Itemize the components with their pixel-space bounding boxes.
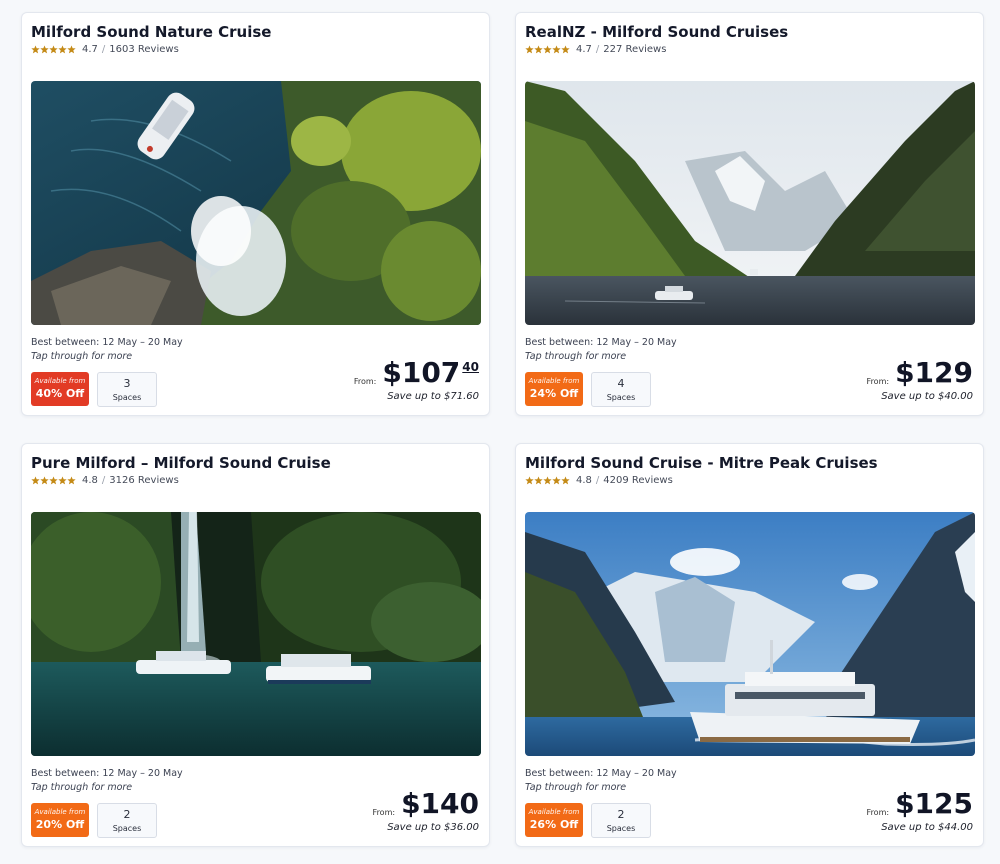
rating-separator: /: [595, 475, 600, 486]
cruise-card[interactable]: Pure Milford – Milford Sound Cruise 4.8 …: [21, 443, 490, 847]
discount-value: 40% Off: [35, 387, 85, 400]
card-title[interactable]: RealNZ - Milford Sound Cruises: [525, 23, 788, 41]
best-between-dates: Best between: 12 May – 20 May: [525, 768, 677, 779]
spaces-count: 3: [123, 377, 131, 390]
spaces-count: 2: [617, 808, 625, 821]
spaces-count: 2: [123, 808, 131, 821]
rating-separator: /: [101, 475, 106, 486]
savings-text: Save up to $40.00: [881, 391, 973, 402]
spaces-badge: 2 Spaces: [591, 803, 651, 838]
discount-value: 26% Off: [529, 818, 579, 831]
spaces-label: Spaces: [112, 393, 142, 402]
spaces-label: Spaces: [606, 824, 636, 833]
cruise-card[interactable]: Milford Sound Cruise - Mitre Peak Cruise…: [515, 443, 984, 847]
rating-value: 4.7: [82, 44, 98, 55]
from-label: From:: [353, 377, 377, 386]
rating-value: 4.8: [82, 475, 98, 486]
tap-through-hint: Tap through for more: [31, 351, 133, 362]
price-block: From: $129 Save up to $40.00: [866, 356, 973, 403]
star-rating-icon: [31, 476, 76, 485]
rating-value: 4.7: [576, 44, 592, 55]
spaces-label: Spaces: [112, 824, 142, 833]
savings-text: Save up to $36.00: [387, 822, 479, 833]
star-rating-icon: [525, 476, 570, 485]
rating-row: 4.7 / 1603 Reviews: [31, 44, 179, 55]
spaces-badge: 2 Spaces: [97, 803, 157, 838]
from-label: From:: [866, 808, 890, 817]
from-label: From:: [372, 808, 396, 817]
spaces-count: 4: [617, 377, 625, 390]
star-rating-icon: [525, 45, 570, 54]
price-block: From: $125 Save up to $44.00: [866, 787, 973, 834]
cruise-photo[interactable]: [525, 81, 975, 325]
cruise-photo[interactable]: [31, 512, 481, 756]
discount-badge: Available from 24% Off: [525, 372, 583, 406]
rating-row: 4.7 / 227 Reviews: [525, 44, 666, 55]
card-title[interactable]: Pure Milford – Milford Sound Cruise: [31, 454, 331, 472]
star-rating-icon: [31, 45, 76, 54]
from-label: From:: [866, 377, 890, 386]
tap-through-hint: Tap through for more: [525, 782, 627, 793]
best-between-dates: Best between: 12 May – 20 May: [31, 768, 183, 779]
price: $129: [895, 356, 973, 389]
discount-badge: Available from 40% Off: [31, 372, 89, 406]
discount-value: 20% Off: [35, 818, 85, 831]
price-block: From: $140 Save up to $36.00: [372, 787, 479, 834]
price-cents: 40: [462, 360, 479, 374]
discount-badge: Available from 26% Off: [525, 803, 583, 837]
price: $107: [382, 356, 461, 389]
cruise-card[interactable]: Milford Sound Nature Cruise 4.7 / 1603 R…: [21, 12, 490, 416]
discount-badge: Available from 20% Off: [31, 803, 89, 837]
spaces-badge: 4 Spaces: [591, 372, 651, 407]
discount-value: 24% Off: [529, 387, 579, 400]
rating-separator: /: [101, 44, 106, 55]
spaces-badge: 3 Spaces: [97, 372, 157, 407]
rating-row: 4.8 / 3126 Reviews: [31, 475, 179, 486]
price-block: From: $107 40 Save up to $71.60: [353, 356, 479, 403]
best-between-dates: Best between: 12 May – 20 May: [525, 337, 677, 348]
rating-value: 4.8: [576, 475, 592, 486]
review-count[interactable]: 227 Reviews: [603, 44, 666, 55]
tap-through-hint: Tap through for more: [525, 351, 627, 362]
card-title[interactable]: Milford Sound Nature Cruise: [31, 23, 271, 41]
review-count[interactable]: 1603 Reviews: [109, 44, 179, 55]
price: $140: [401, 787, 479, 820]
review-count[interactable]: 4209 Reviews: [603, 475, 673, 486]
discount-available-label: Available from: [528, 377, 580, 385]
tap-through-hint: Tap through for more: [31, 782, 133, 793]
cruise-photo[interactable]: [525, 512, 975, 756]
cruise-card[interactable]: RealNZ - Milford Sound Cruises 4.7 / 227…: [515, 12, 984, 416]
savings-text: Save up to $71.60: [387, 391, 479, 402]
card-title[interactable]: Milford Sound Cruise - Mitre Peak Cruise…: [525, 454, 878, 472]
discount-available-label: Available from: [34, 377, 86, 385]
best-between-dates: Best between: 12 May – 20 May: [31, 337, 183, 348]
rating-separator: /: [595, 44, 600, 55]
discount-available-label: Available from: [528, 808, 580, 816]
spaces-label: Spaces: [606, 393, 636, 402]
price: $125: [895, 787, 973, 820]
discount-available-label: Available from: [34, 808, 86, 816]
rating-row: 4.8 / 4209 Reviews: [525, 475, 673, 486]
savings-text: Save up to $44.00: [881, 822, 973, 833]
review-count[interactable]: 3126 Reviews: [109, 475, 179, 486]
cruise-photo[interactable]: [31, 81, 481, 325]
